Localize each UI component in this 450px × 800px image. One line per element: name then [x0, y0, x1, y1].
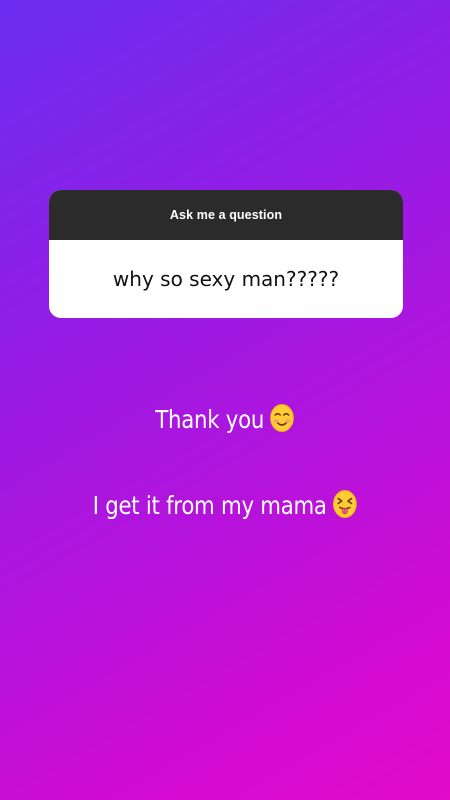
reply-line-1: Thank you [34, 403, 417, 434]
story-background [0, 0, 450, 800]
question-sticker[interactable]: Ask me a question why so sexy man????? [49, 190, 403, 318]
reply-line-2-text: I get it from my mama [92, 491, 327, 520]
squinting-tongue-emoji-icon [332, 489, 358, 519]
question-sticker-header: Ask me a question [49, 190, 403, 240]
question-text: why so sexy man????? [112, 267, 340, 291]
reply-line-2: I get it from my mama [34, 489, 417, 520]
smiling-blush-emoji-icon [269, 403, 294, 433]
reply-line-1-text: Thank you [155, 405, 265, 434]
